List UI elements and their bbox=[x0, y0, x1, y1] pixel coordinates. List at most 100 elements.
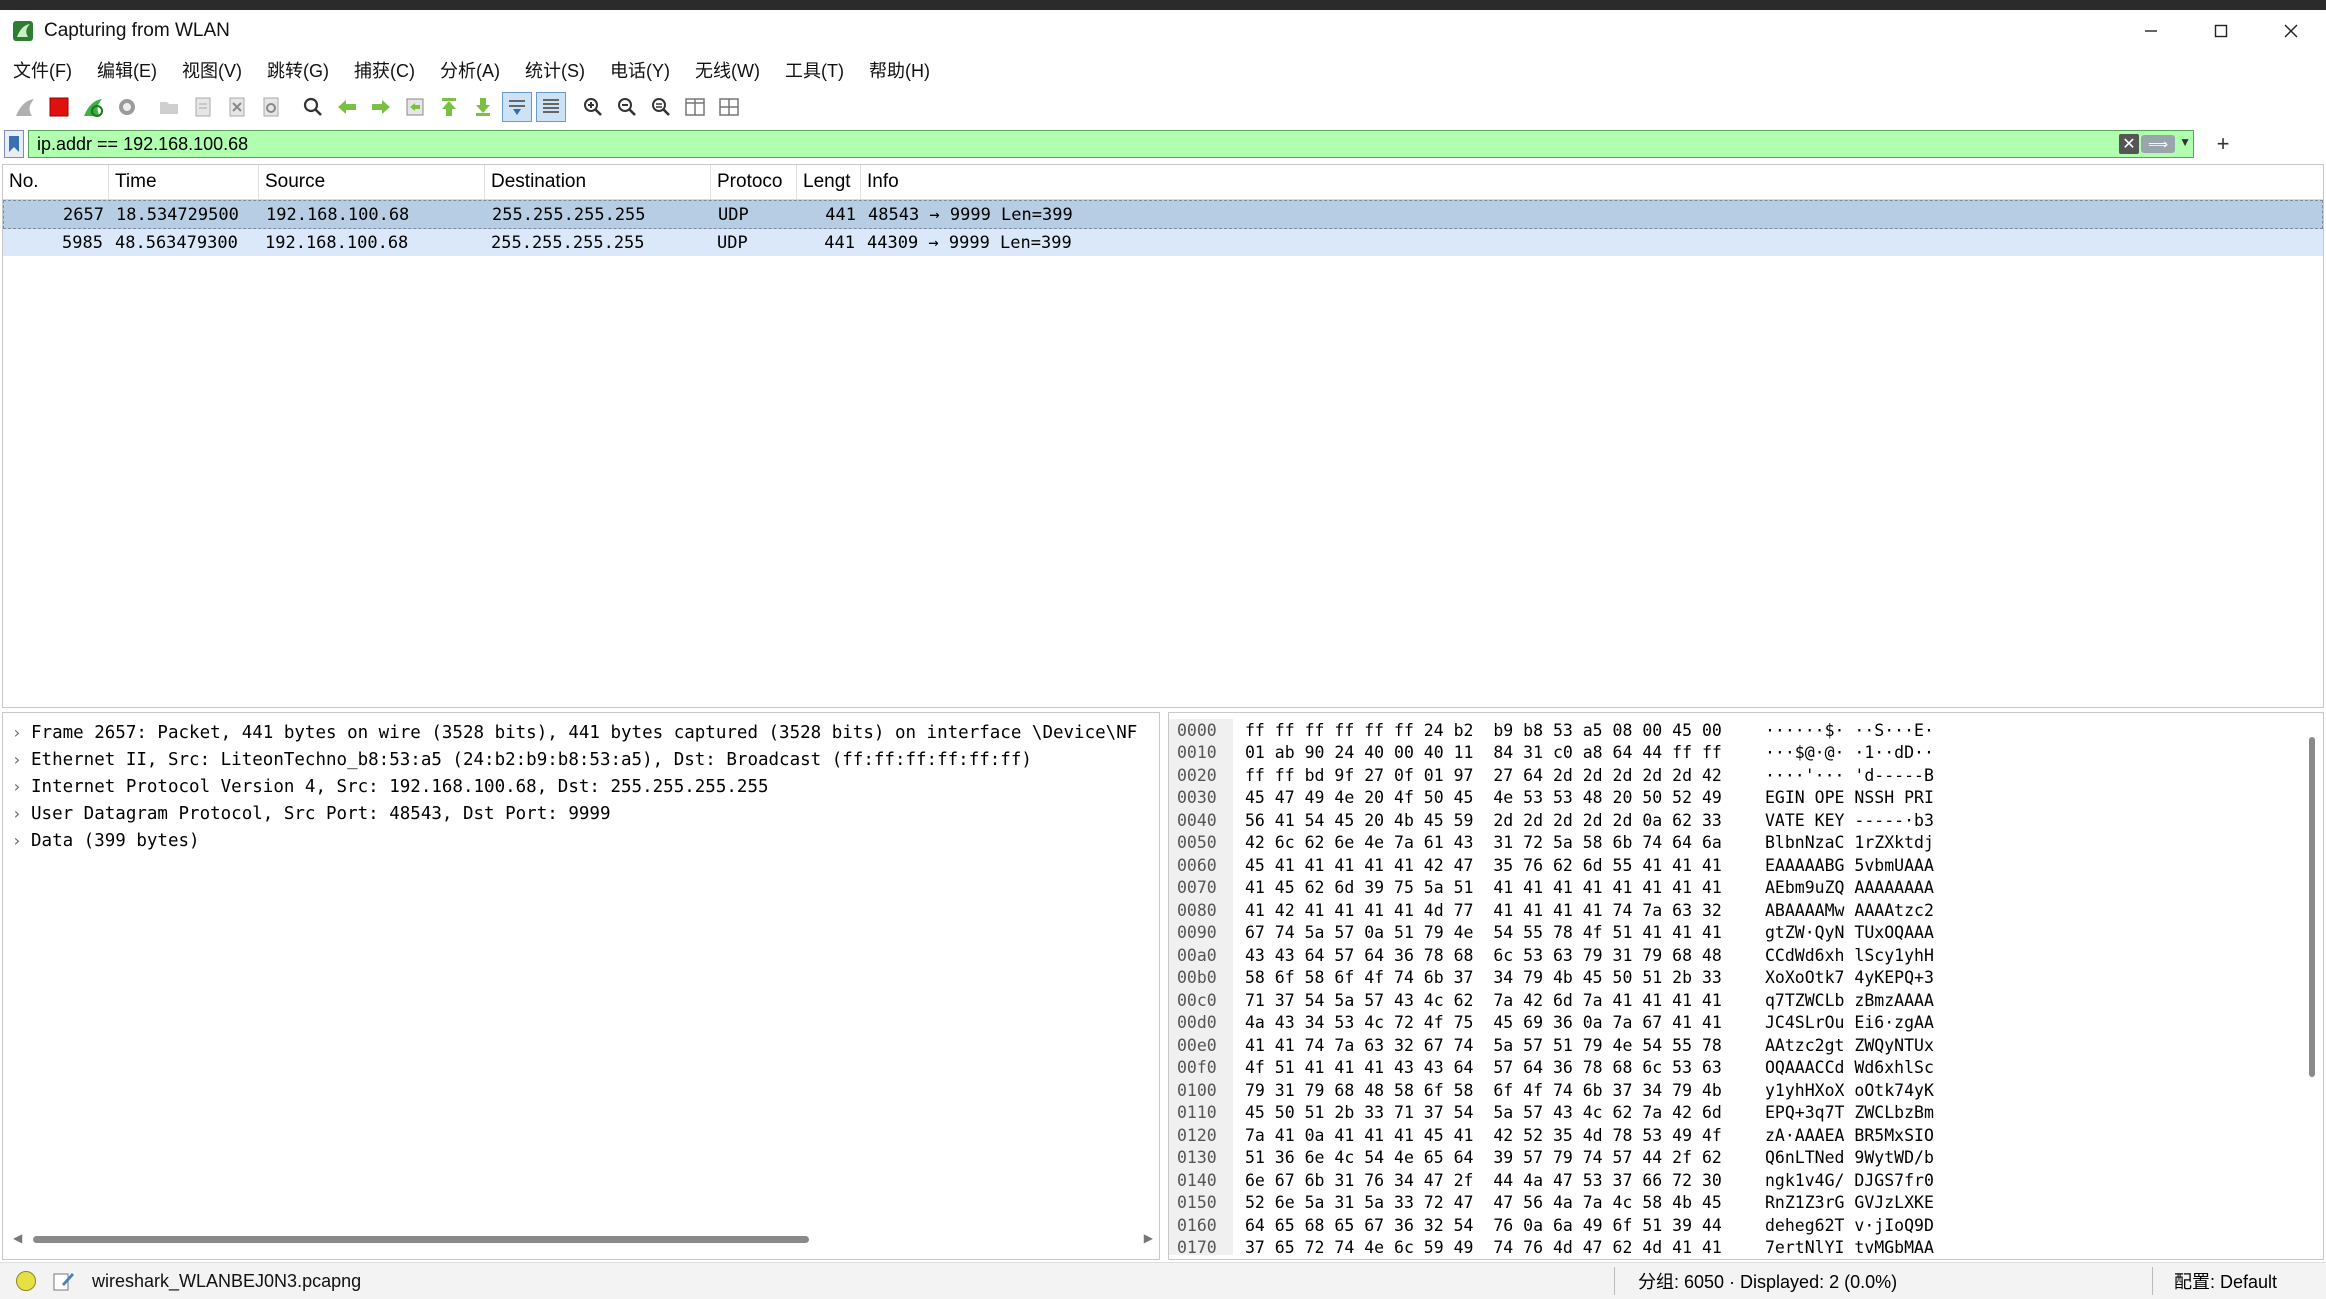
hex-bytes[interactable]: 37 65 72 74 4e 6c 59 49 74 76 4d 47 62 4… bbox=[1245, 1238, 1765, 1257]
hex-ascii[interactable]: BlbnNzaC 1rZXktdj bbox=[1765, 833, 1934, 852]
menu-file[interactable]: 文件(F) bbox=[0, 57, 84, 83]
first-packet-button[interactable] bbox=[434, 92, 464, 122]
hex-ascii[interactable]: ABAAAAMw AAAAtzc2 bbox=[1765, 901, 1934, 920]
colorize-button[interactable] bbox=[536, 92, 566, 122]
hex-ascii[interactable]: 7ertNlYI tvMGbMAA bbox=[1765, 1238, 1934, 1257]
hex-bytes[interactable]: 52 6e 5a 31 5a 33 72 47 47 56 4a 7a 4c 5… bbox=[1245, 1193, 1765, 1212]
expert-info-indicator-icon[interactable] bbox=[16, 1271, 36, 1291]
layout-button[interactable] bbox=[714, 92, 744, 122]
chevron-right-icon[interactable]: › bbox=[3, 777, 31, 796]
resize-columns-button[interactable] bbox=[680, 92, 710, 122]
hex-ascii[interactable]: AEbm9uZQ AAAAAAAA bbox=[1765, 878, 1934, 897]
hex-ascii[interactable]: deheg62T v·jIoQ9D bbox=[1765, 1216, 1934, 1235]
hex-ascii[interactable]: y1yhHXoX oOtk74yK bbox=[1765, 1081, 1934, 1100]
tree-item-ethernet[interactable]: › Ethernet II, Src: LiteonTechno_b8:53:a5… bbox=[3, 746, 1159, 773]
hex-row[interactable]: 0130 51 36 6e 4c 54 4e 65 64 39 57 79 74 … bbox=[1169, 1147, 1934, 1170]
column-header-no[interactable]: No. bbox=[3, 165, 109, 199]
hex-ascii[interactable]: ····'··· 'd-----B bbox=[1765, 766, 1934, 785]
hex-ascii[interactable]: ngk1v4G/ DJGS7fr0 bbox=[1765, 1171, 1934, 1190]
hex-bytes[interactable]: ff ff ff ff ff ff 24 b2 b9 b8 53 a5 08 0… bbox=[1245, 721, 1765, 740]
hex-row[interactable]: 0030 45 47 49 4e 20 4f 50 45 4e 53 53 48 … bbox=[1169, 787, 1934, 810]
filter-history-dropdown[interactable]: ▼ bbox=[2179, 135, 2191, 149]
hex-bytes[interactable]: 58 6f 58 6f 4f 74 6b 37 34 79 4b 45 50 5… bbox=[1245, 968, 1765, 987]
filter-apply-button[interactable]: ⟹ bbox=[2141, 135, 2175, 153]
tree-item-frame[interactable]: › Frame 2657: Packet, 441 bytes on wire (… bbox=[3, 719, 1159, 746]
hex-bytes[interactable]: 41 42 41 41 41 41 4d 77 41 41 41 41 74 7… bbox=[1245, 901, 1765, 920]
hex-row[interactable]: 0060 45 41 41 41 41 41 42 47 35 76 62 6d … bbox=[1169, 854, 1934, 877]
go-back-button[interactable] bbox=[332, 92, 362, 122]
menu-help[interactable]: 帮助(H) bbox=[856, 57, 942, 83]
hex-bytes[interactable]: 71 37 54 5a 57 43 4c 62 7a 42 6d 7a 41 4… bbox=[1245, 991, 1765, 1010]
scroll-right-icon[interactable]: ▶ bbox=[1144, 1231, 1153, 1245]
chevron-right-icon[interactable]: › bbox=[3, 831, 31, 850]
display-filter-input[interactable]: ip.addr == 192.168.100.68 ✕ ⟹ ▼ bbox=[28, 130, 2194, 158]
column-header-info[interactable]: Info bbox=[861, 165, 2323, 199]
hex-ascii[interactable]: ···$@·@· ·1··dD·· bbox=[1765, 743, 1934, 762]
hex-row[interactable]: 00b0 58 6f 58 6f 4f 74 6b 37 34 79 4b 45 … bbox=[1169, 967, 1934, 990]
maximize-button[interactable] bbox=[2186, 10, 2256, 52]
hex-row[interactable]: 0080 41 42 41 41 41 41 4d 77 41 41 41 41 … bbox=[1169, 899, 1934, 922]
hex-row[interactable]: 0040 56 41 54 45 20 4b 45 59 2d 2d 2d 2d … bbox=[1169, 809, 1934, 832]
hex-row[interactable]: 0120 7a 41 0a 41 41 41 45 41 42 52 35 4d … bbox=[1169, 1124, 1934, 1147]
hex-bytes[interactable]: 79 31 79 68 48 58 6f 58 6f 4f 74 6b 37 3… bbox=[1245, 1081, 1765, 1100]
hex-row[interactable]: 00a0 43 43 64 57 64 36 78 68 6c 53 63 79 … bbox=[1169, 944, 1934, 967]
column-header-time[interactable]: Time bbox=[109, 165, 259, 199]
hex-ascii[interactable]: zA·AAAEA BR5MxSIO bbox=[1765, 1126, 1934, 1145]
hex-bytes[interactable]: 51 36 6e 4c 54 4e 65 64 39 57 79 74 57 4… bbox=[1245, 1148, 1765, 1167]
hex-bytes[interactable]: 45 41 41 41 41 41 42 47 35 76 62 6d 55 4… bbox=[1245, 856, 1765, 875]
tree-item-udp[interactable]: › User Datagram Protocol, Src Port: 48543… bbox=[3, 800, 1159, 827]
hex-ascii[interactable]: JC4SLrOu Ei6·zgAA bbox=[1765, 1013, 1934, 1032]
hex-ascii[interactable]: XoXoOtk7 4yKEPQ+3 bbox=[1765, 968, 1934, 987]
add-filter-button[interactable]: + bbox=[2208, 130, 2238, 158]
details-horizontal-scrollbar[interactable]: ◀ ▶ bbox=[13, 1231, 1153, 1245]
hex-row[interactable]: 00d0 4a 43 34 53 4c 72 4f 75 45 69 36 0a … bbox=[1169, 1012, 1934, 1035]
hex-ascii[interactable]: RnZ1Z3rG GVJzLXKE bbox=[1765, 1193, 1934, 1212]
status-profile[interactable]: 配置: Default bbox=[2174, 1268, 2277, 1294]
bytes-vertical-scrollbar[interactable] bbox=[2309, 737, 2317, 1217]
restart-capture-button[interactable] bbox=[78, 92, 108, 122]
close-button[interactable] bbox=[2256, 10, 2326, 52]
hex-bytes[interactable]: 64 65 68 65 67 36 32 54 76 0a 6a 49 6f 5… bbox=[1245, 1216, 1765, 1235]
hex-bytes[interactable]: 56 41 54 45 20 4b 45 59 2d 2d 2d 2d 2d 0… bbox=[1245, 811, 1765, 830]
column-header-destination[interactable]: Destination bbox=[485, 165, 711, 199]
column-header-protocol[interactable]: Protoco bbox=[711, 165, 797, 199]
menu-telephony[interactable]: 电话(Y) bbox=[597, 57, 682, 83]
hex-row[interactable]: 0000 ff ff ff ff ff ff 24 b2 b9 b8 53 a5 … bbox=[1169, 719, 1934, 742]
menu-wireless[interactable]: 无线(W) bbox=[682, 57, 772, 83]
hex-row[interactable]: 0020 ff ff bd 9f 27 0f 01 97 27 64 2d 2d … bbox=[1169, 764, 1934, 787]
hex-bytes[interactable]: 41 45 62 6d 39 75 5a 51 41 41 41 41 41 4… bbox=[1245, 878, 1765, 897]
hex-row[interactable]: 00f0 4f 51 41 41 41 43 43 64 57 64 36 78 … bbox=[1169, 1057, 1934, 1080]
hex-bytes[interactable]: 4a 43 34 53 4c 72 4f 75 45 69 36 0a 7a 6… bbox=[1245, 1013, 1765, 1032]
go-to-packet-button[interactable] bbox=[400, 92, 430, 122]
hex-row[interactable]: 0110 45 50 51 2b 33 71 37 54 5a 57 43 4c … bbox=[1169, 1102, 1934, 1125]
menu-tools[interactable]: 工具(T) bbox=[772, 57, 856, 83]
hex-row[interactable]: 0160 64 65 68 65 67 36 32 54 76 0a 6a 49 … bbox=[1169, 1214, 1934, 1237]
hex-ascii[interactable]: OQAAACCd Wd6xhlSc bbox=[1765, 1058, 1934, 1077]
hex-row[interactable]: 0170 37 65 72 74 4e 6c 59 49 74 76 4d 47 … bbox=[1169, 1237, 1934, 1260]
chevron-right-icon[interactable]: › bbox=[3, 804, 31, 823]
find-packet-button[interactable] bbox=[298, 92, 328, 122]
hex-ascii[interactable]: VATE KEY -----·b3 bbox=[1765, 811, 1934, 830]
hex-row[interactable]: 0140 6e 67 6b 31 76 34 47 2f 44 4a 47 53 … bbox=[1169, 1169, 1934, 1192]
hex-ascii[interactable]: AAtzc2gt ZWQyNTUx bbox=[1765, 1036, 1934, 1055]
start-capture-button[interactable] bbox=[10, 92, 40, 122]
close-file-button[interactable] bbox=[222, 92, 252, 122]
hex-row[interactable]: 0100 79 31 79 68 48 58 6f 58 6f 4f 74 6b … bbox=[1169, 1079, 1934, 1102]
capture-options-button[interactable] bbox=[112, 92, 142, 122]
hex-row[interactable]: 0070 41 45 62 6d 39 75 5a 51 41 41 41 41 … bbox=[1169, 877, 1934, 900]
stop-capture-button[interactable] bbox=[44, 92, 74, 122]
open-file-button[interactable] bbox=[154, 92, 184, 122]
menu-capture[interactable]: 捕获(C) bbox=[341, 57, 427, 83]
hex-ascii[interactable]: EGIN OPE NSSH PRI bbox=[1765, 788, 1934, 807]
hex-bytes[interactable]: 45 50 51 2b 33 71 37 54 5a 57 43 4c 62 7… bbox=[1245, 1103, 1765, 1122]
hex-bytes[interactable]: 6e 67 6b 31 76 34 47 2f 44 4a 47 53 37 6… bbox=[1245, 1171, 1765, 1190]
scrollbar-thumb[interactable] bbox=[33, 1236, 809, 1243]
hex-row[interactable]: 0010 01 ab 90 24 40 00 40 11 84 31 c0 a8 … bbox=[1169, 742, 1934, 765]
menu-edit[interactable]: 编辑(E) bbox=[84, 57, 169, 83]
column-header-source[interactable]: Source bbox=[259, 165, 485, 199]
hex-bytes[interactable]: 67 74 5a 57 0a 51 79 4e 54 55 78 4f 51 4… bbox=[1245, 923, 1765, 942]
hex-row[interactable]: 0150 52 6e 5a 31 5a 33 72 47 47 56 4a 7a … bbox=[1169, 1192, 1934, 1215]
normal-size-button[interactable] bbox=[646, 92, 676, 122]
filter-bookmark-button[interactable] bbox=[4, 130, 24, 158]
column-header-length[interactable]: Lengt bbox=[797, 165, 861, 199]
